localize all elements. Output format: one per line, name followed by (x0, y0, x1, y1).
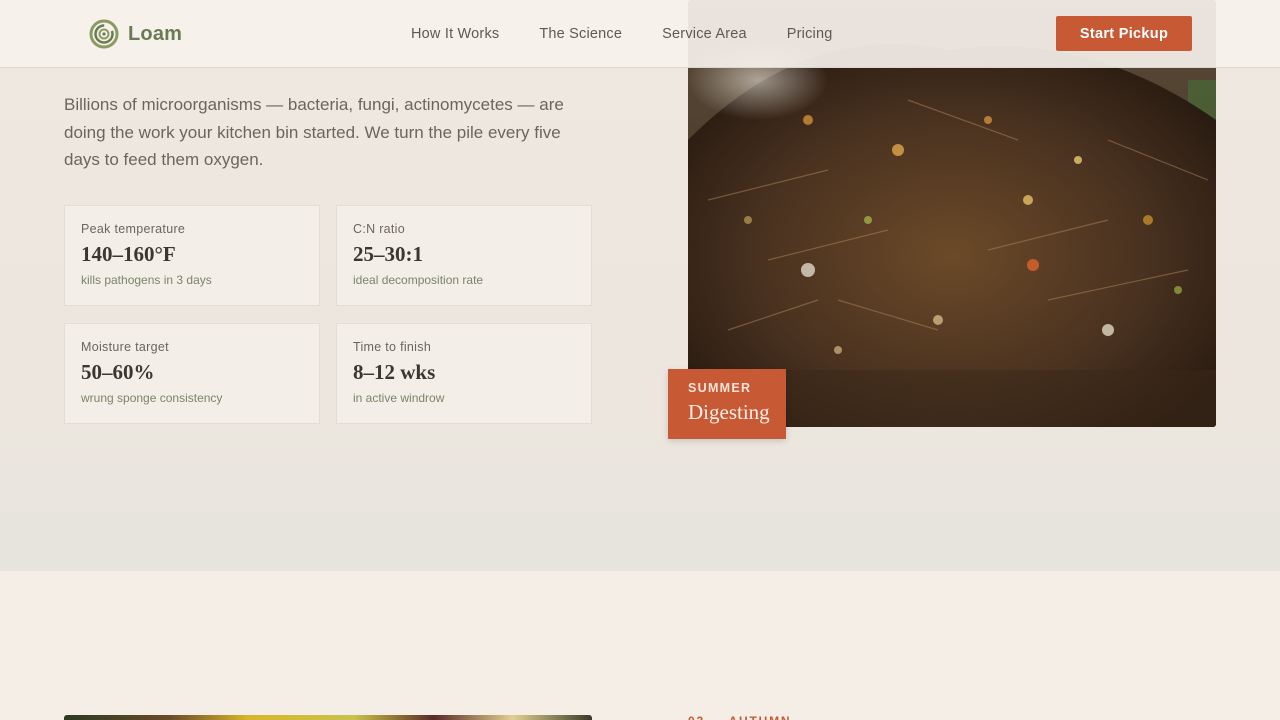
stat-note: in active windrow (353, 391, 445, 405)
nav-the-science[interactable]: The Science (539, 26, 622, 42)
nav-service-area[interactable]: Service Area (662, 26, 747, 42)
stat-label: Peak temperature (81, 222, 186, 236)
start-pickup-button[interactable]: Start Pickup (1056, 16, 1192, 51)
season-kicker: SUMMER (688, 381, 752, 395)
stat-note: ideal decomposition rate (353, 273, 484, 287)
stat-card-cn-ratio: C:N ratio 25–30:1 ideal decomposition ra… (336, 205, 592, 306)
season-title: Digesting (688, 400, 770, 424)
season-tag: SUMMER Digesting (668, 369, 786, 439)
hero-bottom-band (0, 512, 1280, 571)
stat-card-moisture-target: Moisture target 50–60% wrung sponge cons… (64, 323, 320, 424)
stat-label: C:N ratio (353, 222, 406, 236)
main-nav: How It Works The Science Service Area Pr… (411, 26, 833, 42)
stat-card-time-to-finish: Time to finish 8–12 wks in active windro… (336, 323, 592, 424)
stat-value: 140–160°F (81, 242, 176, 266)
stat-label: Moisture target (81, 340, 169, 354)
stat-label: Time to finish (353, 340, 432, 354)
hero-lede: Billions of microorganisms — bacteria, f… (64, 95, 564, 169)
stat-note: kills pathogens in 3 days (81, 273, 212, 287)
stat-note: wrung sponge consistency (81, 391, 223, 405)
brand-logo[interactable]: Loam (88, 18, 182, 50)
stat-card-peak-temperature: Peak temperature 140–160°F kills pathoge… (64, 205, 320, 306)
stat-value: 25–30:1 (353, 242, 423, 266)
nav-pricing[interactable]: Pricing (787, 26, 833, 42)
stat-value: 50–60% (81, 360, 155, 384)
top-navigation-bar: Loam How It Works The Science Service Ar… (0, 0, 1280, 68)
autumn-kicker: 03 — AUTUMN (688, 714, 791, 720)
stat-value: 8–12 wks (353, 360, 436, 384)
autumn-section-image (64, 715, 592, 720)
nav-how-it-works[interactable]: How It Works (411, 26, 499, 42)
spiral-icon (89, 19, 119, 49)
brand-name: Loam (128, 22, 183, 45)
